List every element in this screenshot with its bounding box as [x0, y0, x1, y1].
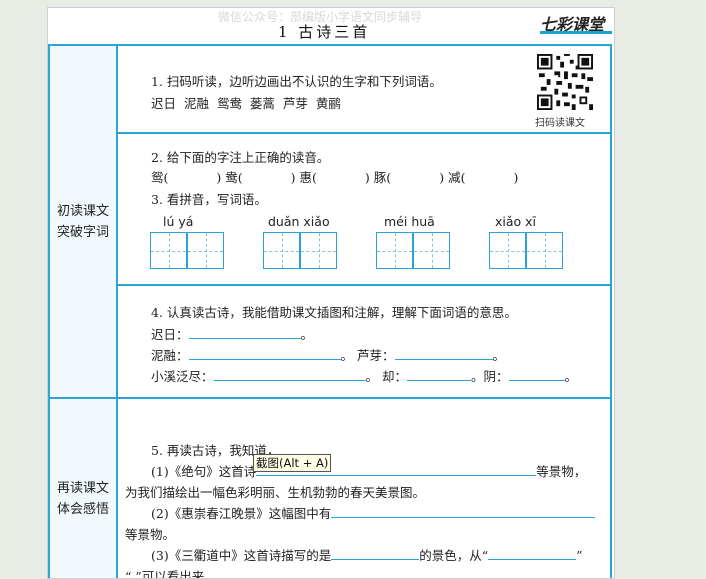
q2-char: 鸳(: [151, 170, 169, 185]
q4-punct: 。: [492, 348, 506, 363]
exercise-table: 初读课文 突破字词 再读课文 体会感悟 1. 扫码听读，边听边画出不认识的生字和下列…: [48, 44, 612, 579]
q2-char: 豚(: [373, 170, 392, 185]
q2-paren: ): [439, 170, 445, 185]
q4-line3: 小溪泛尽： 。 却： 。阴： 。: [151, 366, 577, 385]
answer-blank[interactable]: [394, 345, 493, 360]
q5-line1: (1)《绝句》这首诗 等景物，: [151, 461, 586, 480]
section-label-2-text: 再读课文 体会感悟: [56, 481, 109, 517]
q1-text: 1. 扫码听读，边听边画出不认识的生字和下列词语。: [151, 74, 442, 89]
q4-line2: 泥融： 。 芦芽： 。: [151, 345, 505, 364]
answer-blank[interactable]: [188, 324, 301, 339]
answer-blank[interactable]: [508, 366, 565, 381]
section-label-1: 初读课文 突破字词: [50, 46, 118, 397]
q5-label: ”: [576, 548, 583, 563]
q2-chars: 鸳() 鸯() 惠() 豚() 减(): [151, 167, 518, 186]
qr-code[interactable]: [537, 54, 593, 110]
q1-words: 迟日 泥融 鸳鸯 蒌蒿 芦芽 黄鹂: [151, 96, 341, 111]
q2-paren: ): [290, 170, 296, 185]
q5-line4: “ ”可以看出来: [125, 569, 205, 579]
page-title: 1 古诗三首: [278, 23, 371, 41]
pinyin-label: xiǎo xī: [495, 214, 537, 229]
answer-blank[interactable]: [331, 503, 596, 518]
q5-label: (3)《三衢道中》这首诗描写的是: [151, 548, 332, 563]
worksheet-page: 微信公众号：部编版小学语文同步辅导 1 古诗三首 七彩课堂 初读课文 突破字词 再…: [47, 7, 615, 579]
q3-text: 3. 看拼音，写词语。: [151, 192, 267, 207]
q5-line2b: 等景物。: [125, 527, 176, 542]
q4-text: 4. 认真读古诗，我能借助课文插图和注解，理解下面词语的意思。: [151, 305, 517, 320]
q4-label: 。 却：: [365, 369, 407, 384]
answer-blank[interactable]: [188, 345, 341, 360]
writing-box[interactable]: [526, 232, 563, 269]
pinyin-label: méi huā: [384, 214, 435, 229]
q2-paren: ): [364, 170, 370, 185]
qr-label: 扫码读课文: [535, 118, 585, 129]
q4-label: 迟日：: [151, 327, 189, 342]
writing-box[interactable]: [150, 232, 187, 269]
writing-box[interactable]: [263, 232, 300, 269]
q5-line2: (2)《惠崇春江晚景》这幅图中有: [151, 503, 596, 522]
q5-label: 等景物，: [536, 464, 587, 479]
q2-char: 减(: [448, 170, 466, 185]
q2-paren: ): [216, 170, 222, 185]
pinyin-label: lú yá: [163, 214, 194, 229]
logo-underline: [540, 31, 612, 34]
section-divider: [50, 397, 610, 399]
q4-label: 泥融：: [151, 348, 189, 363]
writing-box[interactable]: [300, 232, 337, 269]
q4-punct: 。: [300, 327, 314, 342]
q2-char: 鸯(: [225, 170, 243, 185]
q4-label: 。阴：: [471, 369, 509, 384]
q4-label: 。 芦芽：: [340, 348, 395, 363]
row-divider: [118, 132, 610, 134]
q4-punct: 。: [564, 369, 578, 384]
q5-label: (2)《惠崇春江晚景》这幅图中有: [151, 506, 332, 521]
pinyin-label: duǎn xiǎo: [268, 214, 330, 229]
q5-label: 的景色，从“: [419, 548, 489, 563]
answer-blank[interactable]: [488, 545, 577, 560]
section-label-1-text: 初读课文 突破字词: [56, 203, 109, 240]
q5-label: (1)《绝句》这首诗: [151, 464, 257, 479]
answer-blank[interactable]: [331, 545, 420, 560]
section-label-2: 再读课文 体会感悟: [50, 399, 118, 578]
screenshot-tooltip: 截图(Alt + A): [253, 454, 332, 472]
writing-box[interactable]: [187, 232, 224, 269]
q2-paren: ): [513, 170, 519, 185]
q4-label: 小溪泛尽：: [151, 369, 214, 384]
row-divider: [118, 284, 610, 286]
answer-blank[interactable]: [213, 366, 366, 381]
writing-box[interactable]: [413, 232, 450, 269]
q2-char: 惠(: [299, 170, 317, 185]
q5-line3: (3)《三衢道中》这首诗描写的是 的景色，从“ ”: [151, 545, 583, 564]
q2-text: 2. 给下面的字注上正确的读音。: [151, 150, 330, 165]
writing-box[interactable]: [489, 232, 526, 269]
q5-line1b: 为我们描绘出一幅色彩明丽、生机勃勃的春天美景图。: [125, 485, 426, 500]
q4-line1: 迟日： 。: [151, 324, 313, 343]
writing-box[interactable]: [376, 232, 413, 269]
answer-blank[interactable]: [407, 366, 471, 381]
